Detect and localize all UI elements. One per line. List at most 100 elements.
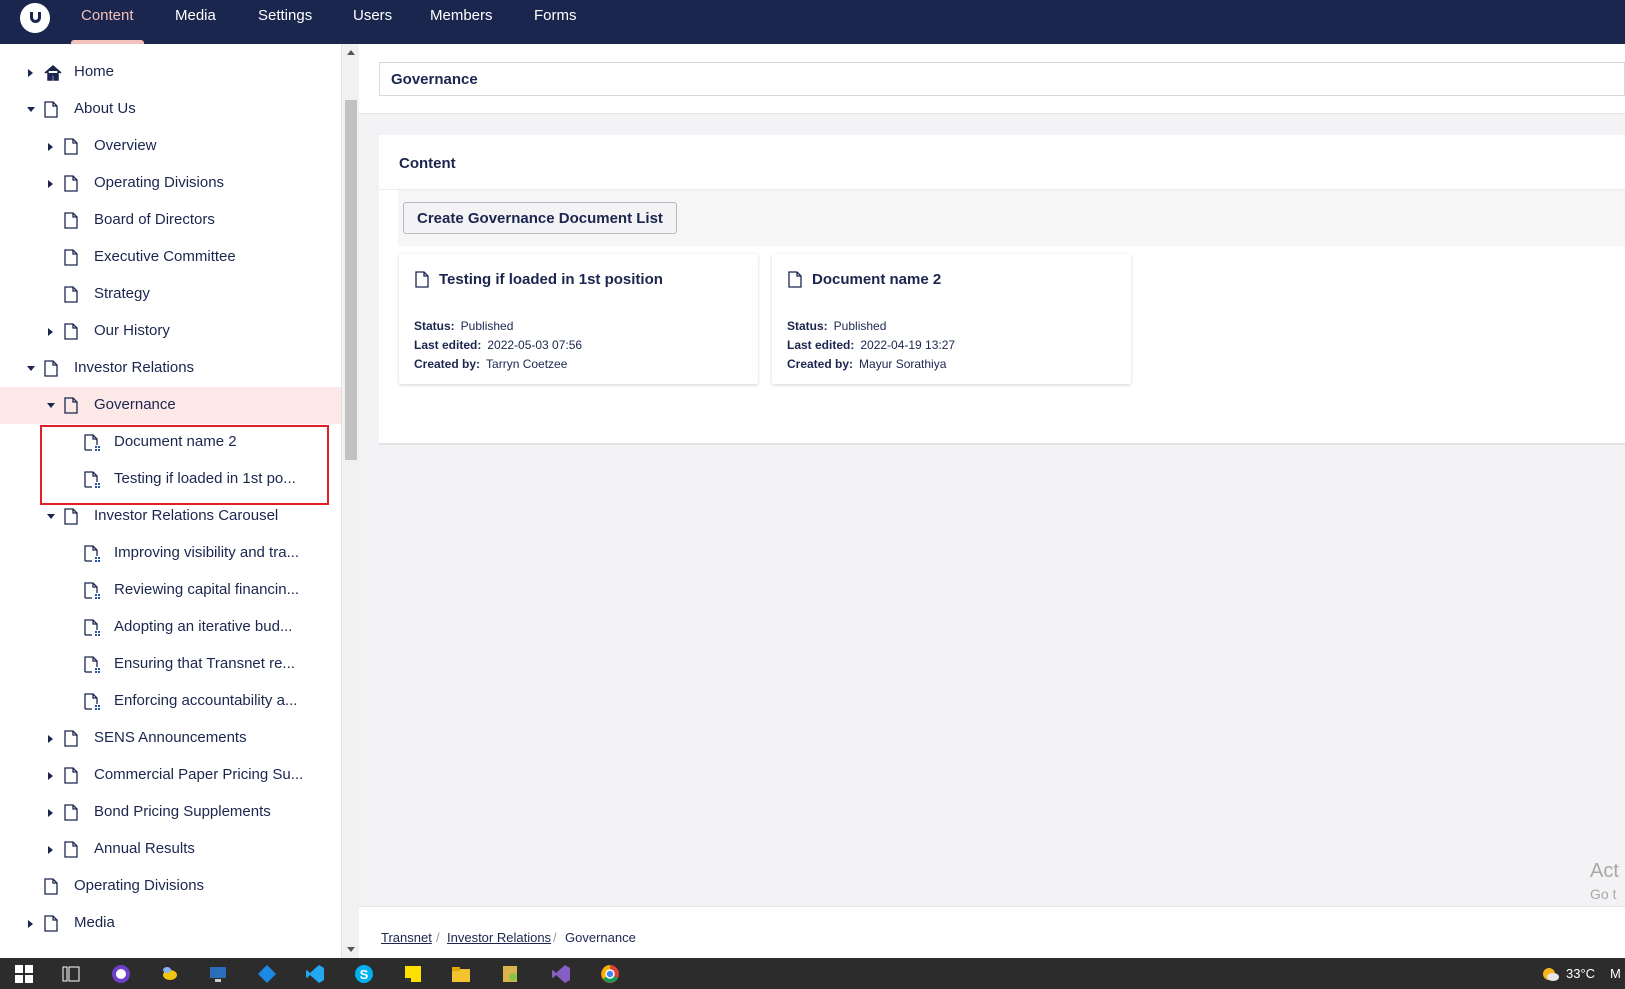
- github-icon[interactable]: [111, 964, 131, 984]
- card-title[interactable]: Testing if loaded in 1st position: [439, 271, 663, 288]
- tree-node[interactable]: Adopting an iterative bud...: [0, 609, 341, 646]
- tree-node-label[interactable]: Bond Pricing Supplements: [94, 803, 271, 820]
- tree-node[interactable]: Annual Results: [0, 831, 341, 868]
- tree-node-label[interactable]: Commercial Paper Pricing Su...: [94, 766, 303, 783]
- scrollbar-thumb[interactable]: [345, 100, 357, 460]
- svg-text:S: S: [360, 967, 369, 982]
- tree-node-label[interactable]: Reviewing capital financin...: [114, 581, 299, 598]
- sql-tool-icon[interactable]: [500, 964, 520, 984]
- umbraco-logo-icon[interactable]: [20, 3, 50, 33]
- caret-right-icon[interactable]: [48, 846, 53, 854]
- task-view-icon[interactable]: [61, 964, 81, 984]
- network-app-icon[interactable]: [257, 964, 277, 984]
- breadcrumb-link[interactable]: Transnet: [381, 930, 432, 945]
- top-navigation-bar: Content Media Settings Users Members For…: [0, 0, 1625, 44]
- tree-node[interactable]: Our History: [0, 313, 341, 350]
- tree-node[interactable]: SENS Announcements: [0, 720, 341, 757]
- tree-node-label[interactable]: Strategy: [94, 285, 150, 302]
- tree-node-label[interactable]: Overview: [94, 137, 157, 154]
- remote-desktop-icon[interactable]: [208, 964, 228, 984]
- caret-right-icon[interactable]: [48, 772, 53, 780]
- caret-down-icon[interactable]: [47, 514, 55, 519]
- document-unpublished-icon: [84, 693, 100, 710]
- weather-sun-icon[interactable]: [1540, 964, 1560, 984]
- tree-node[interactable]: Improving visibility and tra...: [0, 535, 341, 572]
- caret-down-icon[interactable]: [47, 403, 55, 408]
- tree-node-label[interactable]: About Us: [74, 100, 136, 117]
- app-bee-icon[interactable]: [160, 964, 180, 984]
- caret-down-icon[interactable]: [27, 107, 35, 112]
- tree-node[interactable]: Operating Divisions: [0, 868, 341, 905]
- breadcrumb-link[interactable]: Investor Relations: [447, 930, 551, 945]
- document-icon: [64, 804, 78, 821]
- tree-node-label[interactable]: Board of Directors: [94, 211, 215, 228]
- tree-node[interactable]: Operating Divisions: [0, 165, 341, 202]
- tree-node-label[interactable]: Governance: [94, 396, 176, 413]
- weather-temperature[interactable]: 33°C: [1566, 966, 1595, 981]
- tree-node-label[interactable]: Improving visibility and tra...: [114, 544, 299, 561]
- tree-node-label[interactable]: Executive Committee: [94, 248, 236, 265]
- tree-node-label[interactable]: Operating Divisions: [74, 877, 204, 894]
- caret-right-icon[interactable]: [48, 328, 53, 336]
- tree-node[interactable]: About Us: [0, 91, 341, 128]
- tree-node-label[interactable]: Adopting an iterative bud...: [114, 618, 292, 635]
- activation-watermark: Act: [1590, 860, 1619, 882]
- nav-forms[interactable]: Forms: [534, 0, 577, 44]
- node-name-input[interactable]: [379, 62, 1625, 96]
- tree-node-label[interactable]: Enforcing accountability a...: [114, 692, 297, 709]
- tree-node-label[interactable]: Home: [74, 63, 114, 80]
- scroll-up-icon[interactable]: [347, 50, 355, 55]
- file-explorer-icon[interactable]: [451, 964, 471, 984]
- chrome-icon[interactable]: [600, 964, 620, 984]
- caret-right-icon[interactable]: [28, 69, 33, 77]
- tree-node[interactable]: Overview: [0, 128, 341, 165]
- tree-node[interactable]: Executive Committee: [0, 239, 341, 276]
- scroll-down-icon[interactable]: [347, 947, 355, 952]
- taskbar-overflow-text: M: [1610, 966, 1621, 981]
- tree-scrollbar[interactable]: [343, 44, 359, 958]
- caret-down-icon[interactable]: [27, 366, 35, 371]
- tree-node[interactable]: Investor Relations: [0, 350, 341, 387]
- nav-settings[interactable]: Settings: [258, 0, 312, 44]
- tree-node-label[interactable]: Investor Relations Carousel: [94, 507, 278, 524]
- document-icon: [64, 767, 78, 784]
- tree-node[interactable]: Media: [0, 905, 341, 942]
- tree-node[interactable]: Board of Directors: [0, 202, 341, 239]
- vscode-icon[interactable]: [305, 964, 325, 984]
- document-card[interactable]: Document name 2 Status: Published Last ed…: [772, 254, 1131, 384]
- create-document-list-button[interactable]: Create Governance Document List: [403, 202, 677, 234]
- annotation-highlight-box: [40, 425, 329, 505]
- windows-start-icon[interactable]: [14, 964, 34, 984]
- document-card[interactable]: Testing if loaded in 1st position Status…: [399, 254, 758, 384]
- card-status: Status: Published: [787, 319, 887, 333]
- caret-right-icon[interactable]: [28, 920, 33, 928]
- tree-node[interactable]: Home: [0, 54, 341, 91]
- skype-icon[interactable]: S: [354, 964, 374, 984]
- nav-members[interactable]: Members: [430, 0, 493, 44]
- caret-right-icon[interactable]: [48, 809, 53, 817]
- tree-node-label[interactable]: Operating Divisions: [94, 174, 224, 191]
- tree-node-label[interactable]: Investor Relations: [74, 359, 194, 376]
- tree-node[interactable]: Bond Pricing Supplements: [0, 794, 341, 831]
- tree-node-label[interactable]: Our History: [94, 322, 170, 339]
- tree-node-label[interactable]: Annual Results: [94, 840, 195, 857]
- tree-node[interactable]: Commercial Paper Pricing Su...: [0, 757, 341, 794]
- visual-studio-icon[interactable]: [551, 964, 571, 984]
- document-icon: [788, 271, 802, 288]
- tree-node-label[interactable]: SENS Announcements: [94, 729, 247, 746]
- nav-media[interactable]: Media: [175, 0, 216, 44]
- tree-node[interactable]: Strategy: [0, 276, 341, 313]
- tree-node[interactable]: Governance: [0, 387, 341, 424]
- caret-right-icon[interactable]: [48, 735, 53, 743]
- tree-node-label[interactable]: Ensuring that Transnet re...: [114, 655, 295, 672]
- tree-node[interactable]: Ensuring that Transnet re...: [0, 646, 341, 683]
- card-title[interactable]: Document name 2: [812, 271, 941, 288]
- caret-right-icon[interactable]: [48, 180, 53, 188]
- nav-users[interactable]: Users: [353, 0, 392, 44]
- sticky-notes-icon[interactable]: [403, 964, 423, 984]
- caret-right-icon[interactable]: [48, 143, 53, 151]
- nav-content[interactable]: Content: [71, 0, 144, 44]
- tree-node-label[interactable]: Media: [74, 914, 115, 931]
- tree-node[interactable]: Enforcing accountability a...: [0, 683, 341, 720]
- tree-node[interactable]: Reviewing capital financin...: [0, 572, 341, 609]
